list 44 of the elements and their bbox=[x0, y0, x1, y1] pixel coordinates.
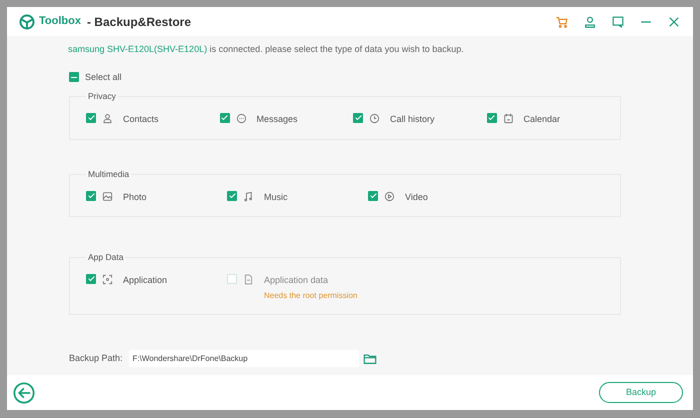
item-label: Music bbox=[264, 192, 288, 202]
item-label: Call history bbox=[390, 114, 435, 124]
app-grid-icon bbox=[102, 274, 113, 285]
checkbox[interactable] bbox=[86, 190, 96, 200]
checkbox[interactable] bbox=[69, 72, 79, 82]
window-title: - Backup&Restore bbox=[86, 14, 191, 30]
checkbox[interactable] bbox=[227, 190, 237, 200]
checkbox[interactable] bbox=[486, 113, 496, 123]
checkbox[interactable] bbox=[353, 113, 363, 123]
calendar-icon bbox=[502, 113, 514, 124]
back-icon[interactable] bbox=[13, 382, 35, 404]
group-title: Privacy bbox=[86, 90, 118, 103]
path-field[interactable]: F:\Wondershare\DrFone\Backup bbox=[128, 350, 359, 367]
close-icon[interactable] bbox=[667, 14, 681, 28]
item-label: Calendar bbox=[524, 114, 560, 124]
item-label: Contacts bbox=[123, 114, 159, 124]
notice-text: samsung SHV-E120L(SHV-E120L) is connected. please select the type of data you wish to backup. bbox=[67, 43, 465, 56]
document-icon bbox=[243, 274, 254, 285]
cart-icon[interactable] bbox=[555, 14, 569, 28]
account-icon[interactable] bbox=[583, 14, 597, 28]
select-all-label: Select all bbox=[85, 70, 122, 84]
music-note-icon bbox=[243, 190, 254, 202]
checkbox[interactable] bbox=[368, 190, 378, 200]
item-label: Photo bbox=[123, 192, 147, 202]
person-icon bbox=[102, 113, 113, 124]
logo-icon bbox=[19, 14, 35, 30]
group-title: Multimedia bbox=[86, 168, 132, 180]
checkbox[interactable] bbox=[86, 113, 96, 123]
image-icon bbox=[102, 190, 113, 202]
group-title: App Data bbox=[86, 251, 126, 264]
checkbox[interactable] bbox=[220, 113, 230, 123]
play-circle-icon bbox=[384, 190, 395, 202]
item-label: Messages bbox=[256, 114, 298, 124]
app-name: Toolbox bbox=[39, 14, 81, 30]
feedback-icon[interactable] bbox=[611, 14, 625, 28]
folder-icon[interactable] bbox=[362, 352, 377, 366]
permission-note: Needs the root permission bbox=[264, 290, 358, 302]
chat-bubble-icon bbox=[236, 113, 246, 124]
item-label: Video bbox=[405, 192, 428, 202]
item-label: Application bbox=[123, 275, 168, 285]
item-label: Application data bbox=[264, 275, 328, 285]
clock-icon bbox=[369, 113, 380, 124]
checkbox[interactable] bbox=[86, 274, 96, 284]
path-label: Backup Path: bbox=[69, 352, 123, 365]
